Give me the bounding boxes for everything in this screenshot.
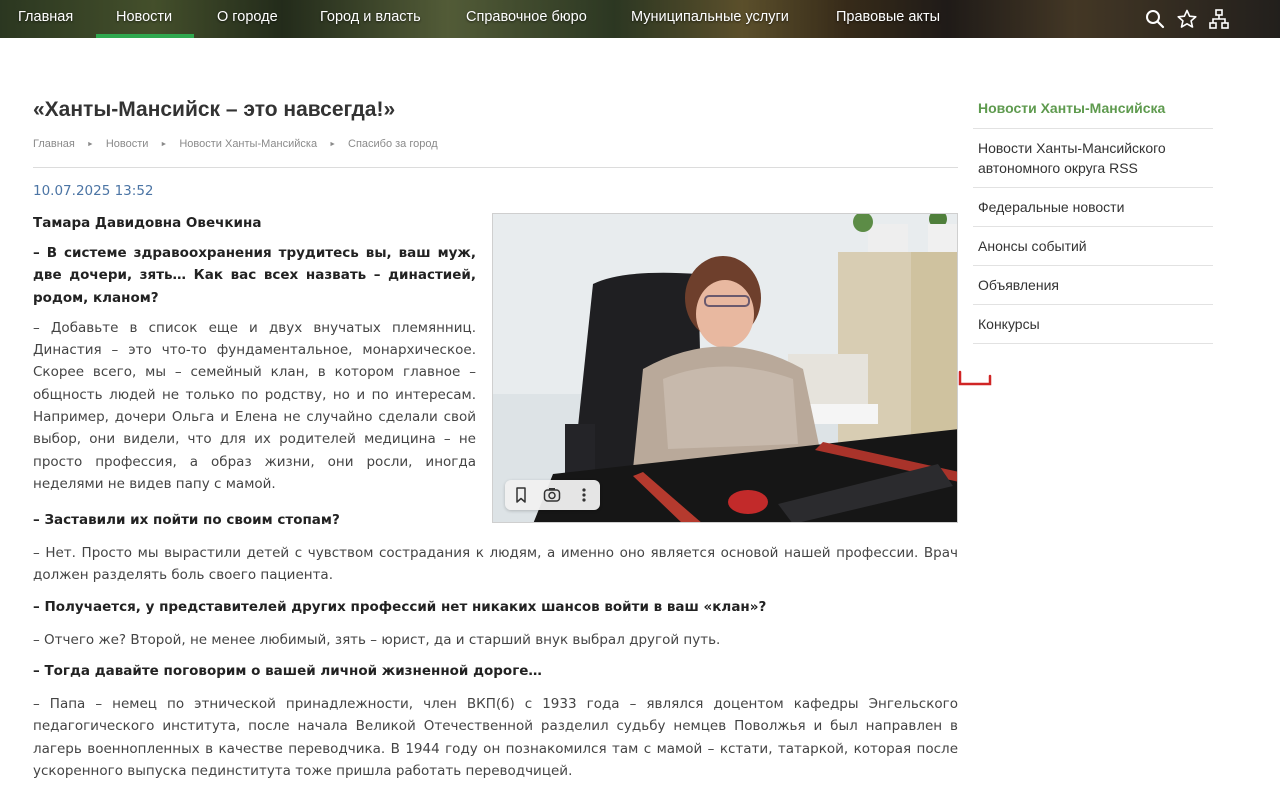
breadcrumb-separator-icon: ► bbox=[160, 140, 168, 148]
nav-item-legal-acts[interactable]: Правовые акты bbox=[836, 0, 940, 38]
star-icon[interactable] bbox=[1176, 8, 1198, 30]
breadcrumb-item-home[interactable]: Главная bbox=[33, 138, 75, 150]
sidebar-item-announcements-events[interactable]: Анонсы событий bbox=[973, 227, 1213, 266]
sitemap-icon[interactable] bbox=[1208, 8, 1230, 30]
sidebar-item-notices[interactable]: Объявления bbox=[973, 266, 1213, 305]
question-1: – В системе здравоохранения трудитесь вы… bbox=[33, 245, 476, 306]
nav-item-news[interactable]: Новости bbox=[95, 0, 195, 38]
breadcrumb-separator-icon: ► bbox=[86, 140, 94, 148]
article-author: Тамара Давидовна Овечкина bbox=[33, 215, 262, 231]
search-icon[interactable] bbox=[1144, 8, 1166, 30]
breadcrumb-item-city-news[interactable]: Новости Ханты-Мансийска bbox=[179, 138, 317, 150]
lens-icon[interactable] bbox=[541, 484, 563, 506]
top-navigation: Главная Новости О городе Город и власть … bbox=[0, 0, 1280, 38]
sidebar-item-contests[interactable]: Конкурсы bbox=[973, 305, 1213, 344]
answer-2: – Нет. Просто мы вырастили детей с чувст… bbox=[33, 545, 958, 584]
title-divider bbox=[33, 167, 958, 168]
answer-1: – Добавьте в список еще и двух внучатых … bbox=[33, 319, 476, 492]
sidebar: Новости Ханты-Мансийска Новости Ханты-Ма… bbox=[973, 90, 1213, 344]
breadcrumb: Главная ► Новости ► Новости Ханты-Мансий… bbox=[33, 138, 438, 150]
breadcrumb-item-current[interactable]: Спасибо за город bbox=[348, 138, 438, 150]
photo-illustration bbox=[493, 214, 957, 522]
breadcrumb-item-news[interactable]: Новости bbox=[106, 138, 149, 150]
nav-item-home[interactable]: Главная bbox=[18, 0, 73, 38]
photo-toolbar bbox=[505, 480, 600, 510]
sidebar-item-federal-news[interactable]: Федеральные новости bbox=[973, 188, 1213, 227]
breadcrumb-separator-icon: ► bbox=[329, 140, 336, 148]
answer-3: – Отчего же? Второй, не менее любимый, з… bbox=[33, 632, 721, 648]
nav-item-city-government[interactable]: Город и власть bbox=[320, 0, 421, 38]
question-3: – Получается, у представителей других пр… bbox=[33, 599, 767, 615]
bookmark-icon[interactable] bbox=[510, 484, 532, 506]
red-annotation-mark bbox=[958, 370, 992, 386]
sidebar-item-city-news[interactable]: Новости Ханты-Мансийска bbox=[973, 90, 1213, 129]
page-title: «Ханты-Мансийск – это навсегда!» bbox=[33, 98, 396, 121]
answer-4: – Папа – немец по этнической принадлежно… bbox=[33, 696, 958, 779]
sidebar-item-okrug-news-rss[interactable]: Новости Ханты-Мансийского автономного ок… bbox=[973, 129, 1213, 188]
article-date: 10.07.2025 13:52 bbox=[33, 183, 154, 199]
nav-item-about-city[interactable]: О городе bbox=[217, 0, 278, 38]
question-4: – Тогда давайте поговорим о вашей личной… bbox=[33, 663, 542, 679]
article-body-top: Тамара Давидовна Овечкина – В системе зд… bbox=[33, 212, 476, 495]
more-vertical-icon[interactable] bbox=[573, 484, 595, 506]
nav-item-help-desk[interactable]: Справочное бюро bbox=[466, 0, 587, 38]
article-photo[interactable] bbox=[492, 213, 958, 523]
nav-item-municipal-services[interactable]: Муниципальные услуги bbox=[631, 0, 789, 38]
